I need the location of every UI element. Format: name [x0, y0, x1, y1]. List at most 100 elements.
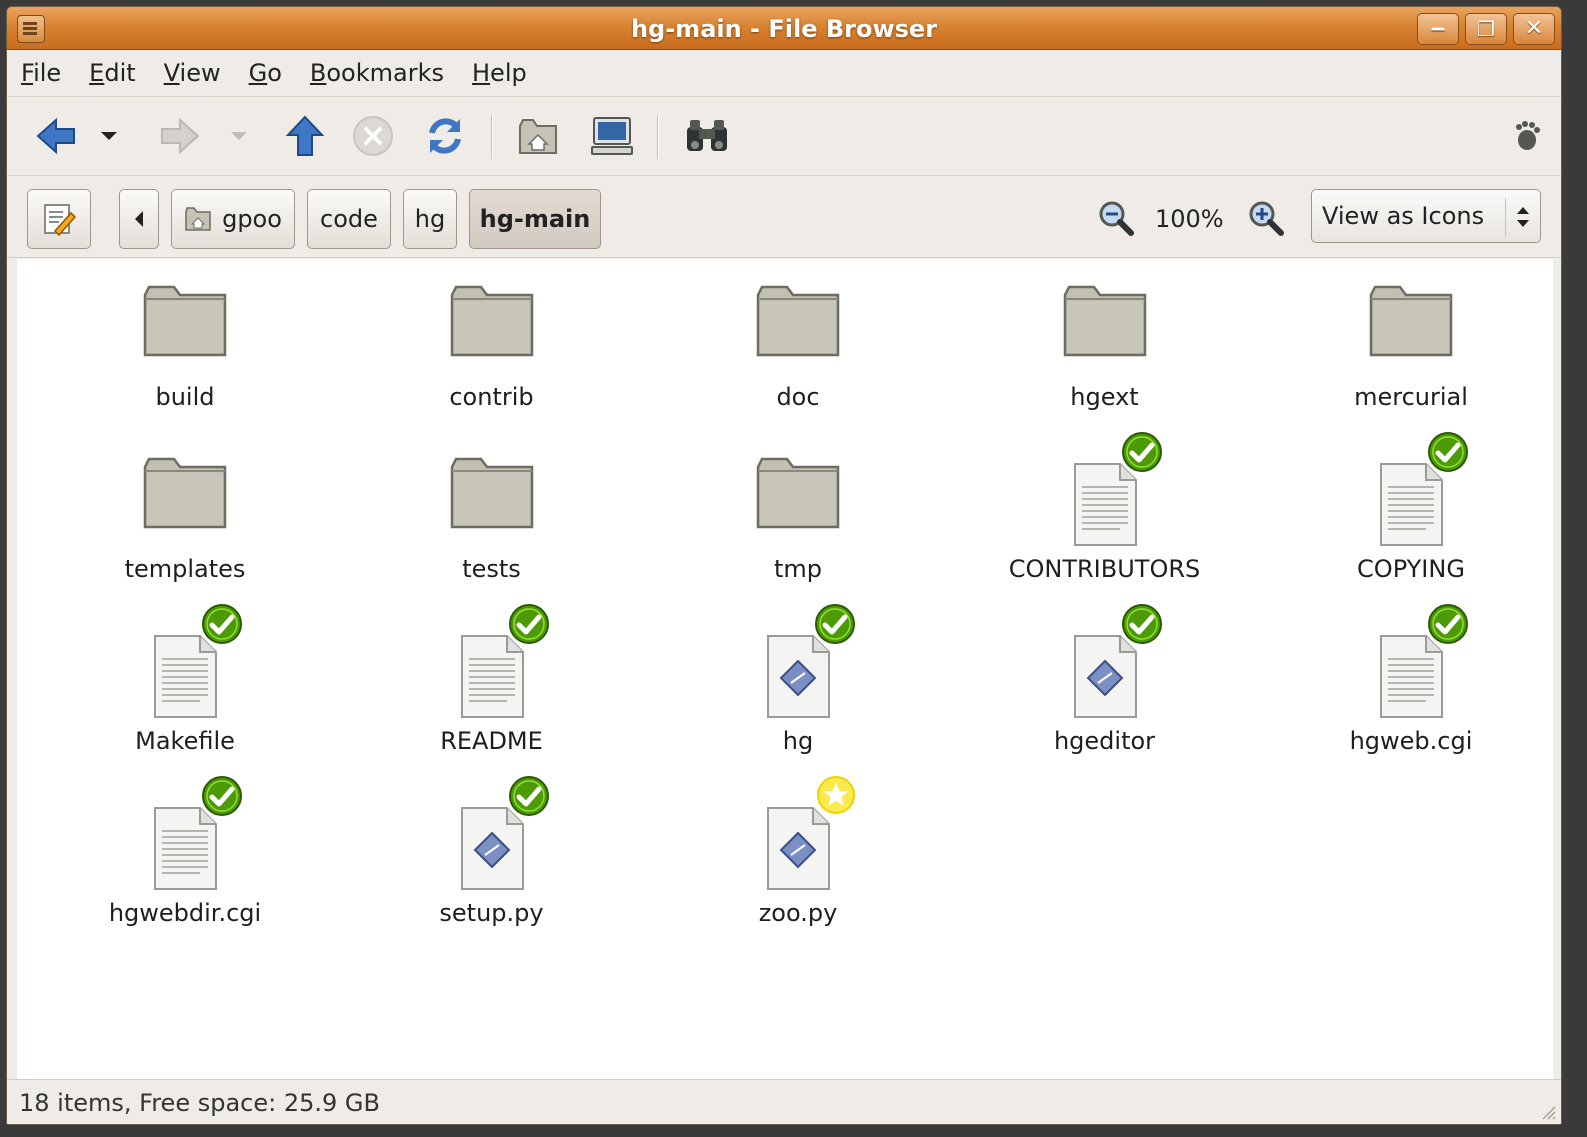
path-button-hg-main[interactable]: hg-main: [469, 189, 601, 249]
toggle-location-entry-button[interactable]: [27, 189, 91, 249]
menu-help[interactable]: Help: [472, 59, 527, 87]
file-item[interactable]: contrib: [382, 277, 602, 447]
file-item[interactable]: hgweb.cgi: [1301, 604, 1521, 791]
zoom-in-icon: [1249, 201, 1284, 236]
folder-icon: [1366, 281, 1456, 365]
zoom-in-button[interactable]: [1247, 199, 1287, 239]
home-icon: [519, 119, 557, 154]
file-item[interactable]: CONTRIBUTORS: [995, 432, 1215, 619]
status-bar: 18 items, Free space: 25.9 GB: [7, 1079, 1561, 1124]
file-item[interactable]: COPYING: [1301, 432, 1521, 619]
path-button-gpoo[interactable]: gpoo: [171, 189, 295, 249]
file-icon-wrap: [1301, 604, 1521, 721]
file-icon-wrap: [75, 449, 295, 549]
stop-button[interactable]: [349, 111, 397, 161]
up-icon: [285, 115, 325, 156]
path-label-gpoo: gpoo: [222, 205, 282, 233]
emblem-ok-icon: [508, 603, 550, 649]
back-history-button[interactable]: [97, 111, 121, 161]
folder-icon: [753, 453, 843, 537]
title-bar[interactable]: hg-main - File Browser ‒ ❐ ✕: [7, 7, 1561, 50]
search-icon: [687, 120, 727, 151]
throbber-icon: [1516, 121, 1540, 150]
view-mode-arrows: [1505, 198, 1540, 236]
zoom-out-button[interactable]: [1097, 199, 1137, 239]
status-text: 18 items, Free space: 25.9 GB: [19, 1088, 380, 1117]
file-name-label: hgeditor: [1053, 727, 1156, 755]
path-button-code[interactable]: code: [307, 189, 391, 249]
path-label-code: code: [320, 205, 378, 233]
home-button[interactable]: [513, 111, 563, 161]
file-name-label: contrib: [449, 383, 534, 411]
file-item[interactable]: hgext: [995, 277, 1215, 447]
back-history-icon: [101, 132, 117, 140]
file-name-label: Makefile: [135, 727, 235, 755]
file-icon-wrap: [688, 776, 908, 893]
icon-view[interactable]: build contrib doc hgext mercurial templates te…: [17, 259, 1553, 1079]
file-item[interactable]: hgeditor: [995, 604, 1215, 791]
path-scroll-left-button[interactable]: [119, 189, 159, 249]
menu-view[interactable]: View: [164, 59, 221, 87]
folder-icon: [447, 453, 537, 537]
emblem-ok-icon: [1427, 431, 1469, 477]
folder-icon: [140, 453, 230, 537]
file-name-label: zoo.py: [758, 899, 838, 927]
file-icon-wrap: [995, 604, 1215, 721]
zoom-level[interactable]: 100%: [1155, 205, 1224, 233]
file-item[interactable]: setup.py: [382, 776, 602, 963]
minimize-icon: ‒: [1430, 16, 1446, 41]
file-item[interactable]: tmp: [688, 449, 908, 619]
file-icon-wrap: [382, 604, 602, 721]
menu-edit[interactable]: Edit: [89, 59, 135, 87]
reload-button[interactable]: [421, 111, 469, 161]
file-item[interactable]: zoo.py: [688, 776, 908, 963]
file-item[interactable]: build: [75, 277, 295, 447]
file-icon-wrap: [995, 432, 1215, 549]
minimize-button[interactable]: ‒: [1417, 13, 1459, 45]
maximize-button[interactable]: ❐: [1465, 13, 1507, 45]
forward-history-icon: [231, 132, 247, 140]
folder-icon: [753, 281, 843, 365]
file-icon-wrap: [75, 604, 295, 721]
menu-bookmarks[interactable]: Bookmarks: [310, 59, 444, 87]
file-name-label: hg: [782, 727, 814, 755]
path-button-hg[interactable]: hg: [403, 189, 457, 249]
menu-file[interactable]: File: [21, 59, 61, 87]
file-name-label: mercurial: [1354, 383, 1468, 411]
forward-button[interactable]: [153, 111, 207, 161]
file-item[interactable]: tests: [382, 449, 602, 619]
file-item[interactable]: mercurial: [1301, 277, 1521, 447]
path-label-hg-main: hg-main: [479, 205, 591, 233]
view-mode-label: View as Icons: [1322, 202, 1485, 230]
file-name-label: hgwebdir.cgi: [108, 899, 262, 927]
back-button[interactable]: [29, 111, 83, 161]
view-mode-select[interactable]: View as Icons: [1311, 189, 1541, 243]
menu-go[interactable]: Go: [249, 59, 282, 87]
file-icon-wrap: [1301, 432, 1521, 549]
activity-throbber: [1507, 111, 1547, 161]
file-name-label: build: [155, 383, 215, 411]
close-button[interactable]: ✕: [1513, 13, 1555, 45]
file-icon-wrap: [995, 277, 1215, 377]
file-name-label: COPYING: [1357, 555, 1465, 583]
resize-grip-icon[interactable]: [1539, 1103, 1557, 1121]
forward-history-button[interactable]: [227, 111, 251, 161]
file-item[interactable]: templates: [75, 449, 295, 619]
file-item[interactable]: Makefile: [75, 604, 295, 791]
search-button[interactable]: [679, 111, 735, 161]
file-item[interactable]: hgwebdir.cgi: [75, 776, 295, 963]
computer-icon: [591, 117, 633, 155]
up-button[interactable]: [281, 111, 329, 161]
file-icon-wrap: [688, 277, 908, 377]
file-browser-window: hg-main - File Browser ‒ ❐ ✕ File Edit V…: [6, 6, 1562, 1125]
close-icon: ✕: [1524, 16, 1544, 41]
folder-icon: [447, 281, 537, 365]
file-icon-wrap: [75, 277, 295, 377]
file-name-label: hgweb.cgi: [1349, 727, 1473, 755]
updown-arrows-icon: [1517, 207, 1529, 227]
file-item[interactable]: doc: [688, 277, 908, 447]
file-item[interactable]: README: [382, 604, 602, 791]
file-item[interactable]: hg: [688, 604, 908, 791]
computer-button[interactable]: [585, 111, 639, 161]
window-title: hg-main - File Browser: [630, 15, 938, 43]
